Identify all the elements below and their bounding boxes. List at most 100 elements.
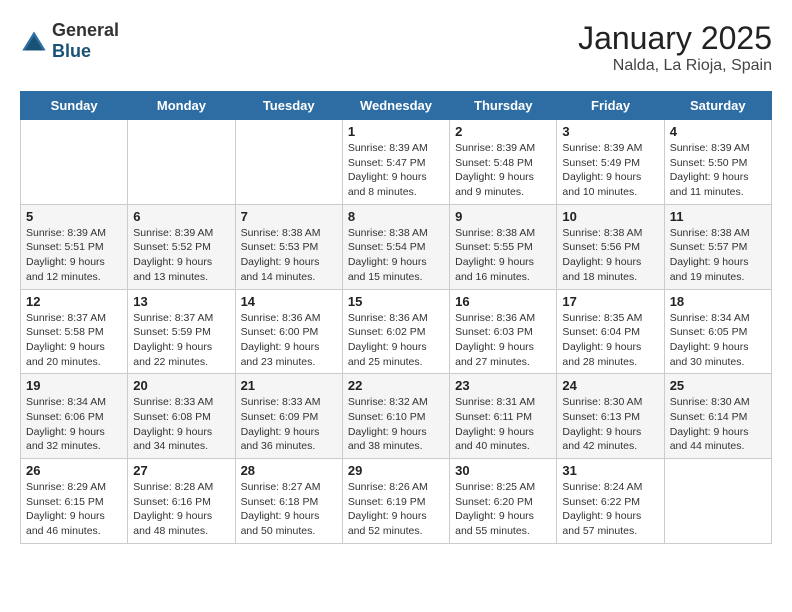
day-number: 1: [348, 124, 444, 139]
day-info: Sunrise: 8:39 AM Sunset: 5:50 PM Dayligh…: [670, 141, 766, 200]
calendar-day-header: Saturday: [664, 92, 771, 120]
day-info: Sunrise: 8:31 AM Sunset: 6:11 PM Dayligh…: [455, 395, 551, 454]
day-number: 18: [670, 294, 766, 309]
day-number: 22: [348, 378, 444, 393]
day-number: 31: [562, 463, 658, 478]
day-number: 19: [26, 378, 122, 393]
day-info: Sunrise: 8:37 AM Sunset: 5:59 PM Dayligh…: [133, 311, 229, 370]
calendar-day-header: Monday: [128, 92, 235, 120]
day-info: Sunrise: 8:33 AM Sunset: 6:08 PM Dayligh…: [133, 395, 229, 454]
title-block: January 2025 Nalda, La Rioja, Spain: [578, 20, 772, 75]
calendar-cell: 1 Sunrise: 8:39 AM Sunset: 5:47 PM Daylig…: [342, 120, 449, 205]
calendar-day-header: Tuesday: [235, 92, 342, 120]
calendar-cell: 5Sunrise: 8:39 AM Sunset: 5:51 PM Daylig…: [21, 204, 128, 289]
calendar-week-row: 5Sunrise: 8:39 AM Sunset: 5:51 PM Daylig…: [21, 204, 772, 289]
calendar-week-row: 12 Sunrise: 8:37 AM Sunset: 5:58 PM Dayli…: [21, 289, 772, 374]
calendar-cell: [21, 120, 128, 205]
calendar-cell: 29 Sunrise: 8:26 AM Sunset: 6:19 PM Dayli…: [342, 459, 449, 544]
day-number: 11: [670, 209, 766, 224]
day-info: Sunrise: 8:33 AM Sunset: 6:09 PM Dayligh…: [241, 395, 337, 454]
logo: General Blue: [20, 20, 119, 62]
day-number: 3: [562, 124, 658, 139]
logo-icon: [20, 30, 48, 52]
day-number: 4: [670, 124, 766, 139]
day-info: Sunrise: 8:26 AM Sunset: 6:19 PM Dayligh…: [348, 480, 444, 539]
day-number: 25: [670, 378, 766, 393]
day-info: Sunrise: 8:38 AM Sunset: 5:54 PM Dayligh…: [348, 226, 444, 285]
calendar-cell: 14Sunrise: 8:36 AM Sunset: 6:00 PM Dayli…: [235, 289, 342, 374]
day-number: 15: [348, 294, 444, 309]
day-number: 16: [455, 294, 551, 309]
calendar-cell: 7 Sunrise: 8:38 AM Sunset: 5:53 PM Daylig…: [235, 204, 342, 289]
day-info: Sunrise: 8:34 AM Sunset: 6:06 PM Dayligh…: [26, 395, 122, 454]
calendar-cell: 26Sunrise: 8:29 AM Sunset: 6:15 PM Dayli…: [21, 459, 128, 544]
calendar-cell: 17 Sunrise: 8:35 AM Sunset: 6:04 PM Dayli…: [557, 289, 664, 374]
day-number: 26: [26, 463, 122, 478]
day-info: Sunrise: 8:27 AM Sunset: 6:18 PM Dayligh…: [241, 480, 337, 539]
day-number: 8: [348, 209, 444, 224]
day-info: Sunrise: 8:38 AM Sunset: 5:53 PM Dayligh…: [241, 226, 337, 285]
day-info: Sunrise: 8:30 AM Sunset: 6:13 PM Dayligh…: [562, 395, 658, 454]
calendar-cell: 30 Sunrise: 8:25 AM Sunset: 6:20 PM Dayli…: [450, 459, 557, 544]
day-info: Sunrise: 8:39 AM Sunset: 5:49 PM Dayligh…: [562, 141, 658, 200]
day-info: Sunrise: 8:36 AM Sunset: 6:03 PM Dayligh…: [455, 311, 551, 370]
calendar-cell: 8 Sunrise: 8:38 AM Sunset: 5:54 PM Daylig…: [342, 204, 449, 289]
day-number: 17: [562, 294, 658, 309]
day-info: Sunrise: 8:30 AM Sunset: 6:14 PM Dayligh…: [670, 395, 766, 454]
day-info: Sunrise: 8:34 AM Sunset: 6:05 PM Dayligh…: [670, 311, 766, 370]
day-info: Sunrise: 8:39 AM Sunset: 5:47 PM Dayligh…: [348, 141, 444, 200]
calendar-cell: 11Sunrise: 8:38 AM Sunset: 5:57 PM Dayli…: [664, 204, 771, 289]
calendar-cell: 25 Sunrise: 8:30 AM Sunset: 6:14 PM Dayli…: [664, 374, 771, 459]
day-info: Sunrise: 8:39 AM Sunset: 5:48 PM Dayligh…: [455, 141, 551, 200]
day-number: 7: [241, 209, 337, 224]
day-info: Sunrise: 8:35 AM Sunset: 6:04 PM Dayligh…: [562, 311, 658, 370]
day-number: 27: [133, 463, 229, 478]
day-info: Sunrise: 8:38 AM Sunset: 5:55 PM Dayligh…: [455, 226, 551, 285]
logo-text-blue: Blue: [52, 41, 91, 61]
calendar-cell: 22 Sunrise: 8:32 AM Sunset: 6:10 PM Dayli…: [342, 374, 449, 459]
calendar-cell: 19 Sunrise: 8:34 AM Sunset: 6:06 PM Dayli…: [21, 374, 128, 459]
calendar-cell: [664, 459, 771, 544]
calendar-cell: 24 Sunrise: 8:30 AM Sunset: 6:13 PM Dayli…: [557, 374, 664, 459]
calendar-day-header: Thursday: [450, 92, 557, 120]
day-number: 23: [455, 378, 551, 393]
day-number: 9: [455, 209, 551, 224]
day-info: Sunrise: 8:38 AM Sunset: 5:56 PM Dayligh…: [562, 226, 658, 285]
calendar-cell: 16 Sunrise: 8:36 AM Sunset: 6:03 PM Dayli…: [450, 289, 557, 374]
day-number: 30: [455, 463, 551, 478]
calendar-week-row: 26Sunrise: 8:29 AM Sunset: 6:15 PM Dayli…: [21, 459, 772, 544]
day-info: Sunrise: 8:36 AM Sunset: 6:02 PM Dayligh…: [348, 311, 444, 370]
calendar-day-header: Friday: [557, 92, 664, 120]
day-number: 29: [348, 463, 444, 478]
calendar-header-row: SundayMondayTuesdayWednesdayThursdayFrid…: [21, 92, 772, 120]
calendar-week-row: 1 Sunrise: 8:39 AM Sunset: 5:47 PM Daylig…: [21, 120, 772, 205]
calendar-day-header: Wednesday: [342, 92, 449, 120]
day-number: 12: [26, 294, 122, 309]
calendar-cell: 18 Sunrise: 8:34 AM Sunset: 6:05 PM Dayli…: [664, 289, 771, 374]
calendar-cell: 27 Sunrise: 8:28 AM Sunset: 6:16 PM Dayli…: [128, 459, 235, 544]
calendar-cell: 21Sunrise: 8:33 AM Sunset: 6:09 PM Dayli…: [235, 374, 342, 459]
day-info: Sunrise: 8:28 AM Sunset: 6:16 PM Dayligh…: [133, 480, 229, 539]
day-number: 28: [241, 463, 337, 478]
day-info: Sunrise: 8:39 AM Sunset: 5:51 PM Dayligh…: [26, 226, 122, 285]
calendar-cell: 20 Sunrise: 8:33 AM Sunset: 6:08 PM Dayli…: [128, 374, 235, 459]
calendar-cell: 6Sunrise: 8:39 AM Sunset: 5:52 PM Daylig…: [128, 204, 235, 289]
calendar-cell: 10 Sunrise: 8:38 AM Sunset: 5:56 PM Dayli…: [557, 204, 664, 289]
calendar-cell: 28 Sunrise: 8:27 AM Sunset: 6:18 PM Dayli…: [235, 459, 342, 544]
day-number: 10: [562, 209, 658, 224]
day-number: 2: [455, 124, 551, 139]
calendar-week-row: 19 Sunrise: 8:34 AM Sunset: 6:06 PM Dayli…: [21, 374, 772, 459]
page-header: General Blue January 2025 Nalda, La Rioj…: [20, 20, 772, 75]
day-info: Sunrise: 8:32 AM Sunset: 6:10 PM Dayligh…: [348, 395, 444, 454]
day-info: Sunrise: 8:37 AM Sunset: 5:58 PM Dayligh…: [26, 311, 122, 370]
calendar-cell: [128, 120, 235, 205]
calendar-cell: 3 Sunrise: 8:39 AM Sunset: 5:49 PM Daylig…: [557, 120, 664, 205]
calendar-cell: 12 Sunrise: 8:37 AM Sunset: 5:58 PM Dayli…: [21, 289, 128, 374]
day-number: 24: [562, 378, 658, 393]
month-title: January 2025: [578, 20, 772, 57]
day-number: 14: [241, 294, 337, 309]
day-info: Sunrise: 8:24 AM Sunset: 6:22 PM Dayligh…: [562, 480, 658, 539]
day-number: 20: [133, 378, 229, 393]
calendar-cell: 9 Sunrise: 8:38 AM Sunset: 5:55 PM Daylig…: [450, 204, 557, 289]
day-info: Sunrise: 8:25 AM Sunset: 6:20 PM Dayligh…: [455, 480, 551, 539]
